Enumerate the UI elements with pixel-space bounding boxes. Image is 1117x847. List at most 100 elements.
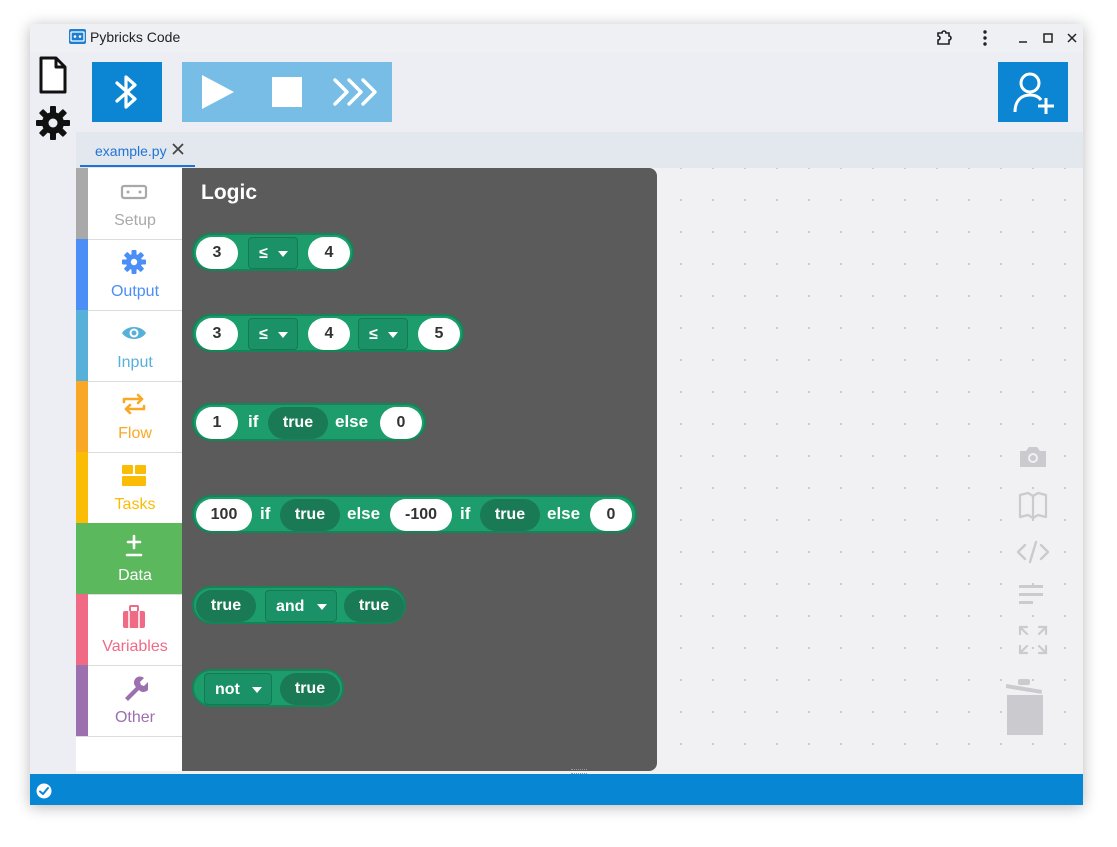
camera-icon[interactable] bbox=[1018, 445, 1048, 469]
gear-icon[interactable] bbox=[35, 105, 71, 146]
operator-label: ≤ bbox=[259, 326, 268, 343]
dropdown-caret-icon bbox=[278, 251, 288, 257]
category-label: Variables bbox=[102, 638, 168, 655]
operator-label: and bbox=[276, 598, 305, 615]
nested-ternary-block[interactable]: 100 if true else -100 if true else 0 bbox=[192, 495, 637, 533]
category-other[interactable]: Other bbox=[76, 665, 182, 737]
boolean-field[interactable]: true bbox=[280, 499, 340, 531]
category-label: Data bbox=[118, 567, 152, 584]
app-window: Pybricks Code example.py Setup Output In… bbox=[30, 24, 1083, 805]
repeat-icon bbox=[122, 393, 146, 415]
title-bar: Pybricks Code bbox=[30, 24, 1083, 52]
operator-dropdown[interactable]: and bbox=[265, 590, 337, 622]
trash-icon[interactable] bbox=[1002, 677, 1048, 739]
wrench-icon bbox=[125, 676, 148, 701]
number-field[interactable]: 0 bbox=[380, 407, 422, 439]
bluetooth-button[interactable] bbox=[92, 62, 162, 122]
activity-bar bbox=[30, 52, 76, 774]
number-field[interactable]: 4 bbox=[308, 237, 350, 269]
maximize-icon[interactable] bbox=[1038, 28, 1058, 48]
eye-icon bbox=[122, 327, 146, 339]
keyword-if: if bbox=[248, 412, 259, 431]
number-field[interactable]: 4 bbox=[308, 318, 350, 350]
stop-icon[interactable] bbox=[272, 77, 302, 107]
logic-flyout: Logic 3 ≤ 4 3 ≤ 4 ≤ 5 1 if true else 0 1… bbox=[182, 168, 657, 771]
run-controls bbox=[182, 62, 392, 122]
category-color-bar bbox=[76, 523, 88, 594]
boolean-field[interactable]: true bbox=[480, 499, 540, 531]
check-circle-icon bbox=[36, 783, 52, 799]
file-icon[interactable] bbox=[38, 56, 68, 99]
fullscreen-icon[interactable] bbox=[1018, 625, 1048, 655]
sponsor-button[interactable] bbox=[998, 62, 1068, 122]
dropdown-caret-icon bbox=[252, 687, 262, 693]
category-label: Other bbox=[114, 709, 155, 726]
category-color-bar bbox=[76, 168, 88, 239]
ternary-block[interactable]: 1 if true else 0 bbox=[192, 403, 426, 441]
add-user-icon bbox=[1013, 72, 1054, 114]
operator-dropdown[interactable]: not bbox=[204, 673, 272, 705]
category-flow[interactable]: Flow bbox=[76, 381, 182, 453]
dropdown-caret-icon bbox=[278, 332, 288, 338]
chained-compare-block[interactable]: 3 ≤ 4 ≤ 5 bbox=[192, 314, 464, 352]
category-setup[interactable]: Setup bbox=[76, 168, 182, 240]
category-color-bar bbox=[76, 665, 88, 736]
category-data[interactable]: Data bbox=[76, 523, 182, 595]
align-left-icon[interactable] bbox=[1018, 583, 1048, 607]
category-color-bar bbox=[76, 239, 88, 310]
category-label: Setup bbox=[114, 212, 156, 229]
category-color-bar bbox=[76, 452, 88, 523]
close-icon[interactable] bbox=[1062, 28, 1082, 48]
keyword-if: if bbox=[260, 504, 271, 523]
bluetooth-icon bbox=[115, 75, 137, 109]
extensions-icon[interactable] bbox=[934, 28, 954, 48]
number-field[interactable]: -100 bbox=[390, 499, 452, 531]
plus-minus-icon bbox=[125, 534, 143, 557]
close-tab-icon[interactable] bbox=[170, 141, 186, 157]
operator-dropdown[interactable]: ≤ bbox=[358, 318, 408, 350]
number-field[interactable]: 3 bbox=[196, 318, 238, 350]
number-field[interactable]: 0 bbox=[590, 499, 632, 531]
operator-label: ≤ bbox=[259, 245, 268, 262]
repl-chevrons-icon[interactable] bbox=[332, 77, 382, 107]
play-icon[interactable] bbox=[200, 74, 236, 110]
editor-tab-bar: example.py bbox=[76, 132, 1083, 168]
window-title: Pybricks Code bbox=[90, 29, 181, 45]
number-field[interactable]: 100 bbox=[196, 499, 252, 531]
code-icon[interactable] bbox=[1016, 539, 1050, 565]
boolean-field[interactable]: true bbox=[268, 407, 328, 439]
keyword-else: else bbox=[547, 504, 581, 523]
bricks-icon bbox=[122, 465, 146, 486]
boolean-field[interactable]: true bbox=[280, 673, 340, 705]
pybricks-logo-icon bbox=[69, 29, 86, 44]
keyword-else: else bbox=[335, 412, 369, 431]
book-icon[interactable] bbox=[1018, 490, 1048, 520]
category-tasks[interactable]: Tasks bbox=[76, 452, 182, 524]
keyword-if: if bbox=[460, 504, 471, 523]
compare-block[interactable]: 3 ≤ 4 bbox=[192, 233, 354, 271]
boolean-field[interactable]: true bbox=[344, 590, 404, 622]
tab-example-py[interactable]: example.py bbox=[80, 135, 195, 167]
cog-icon bbox=[122, 250, 146, 274]
number-field[interactable]: 3 bbox=[196, 237, 238, 269]
minimize-icon[interactable] bbox=[1013, 28, 1033, 48]
not-block[interactable]: not true bbox=[192, 669, 344, 707]
category-color-bar bbox=[76, 310, 88, 381]
keyword-else: else bbox=[347, 504, 381, 523]
category-output[interactable]: Output bbox=[76, 239, 182, 311]
category-variables[interactable]: Variables bbox=[76, 594, 182, 666]
operator-dropdown[interactable]: ≤ bbox=[248, 237, 298, 269]
boolean-field[interactable]: true bbox=[196, 590, 256, 622]
kebab-menu-icon[interactable] bbox=[975, 28, 995, 48]
hub-icon bbox=[120, 184, 148, 200]
category-label: Flow bbox=[118, 425, 152, 442]
number-field[interactable]: 1 bbox=[196, 407, 238, 439]
category-color-bar bbox=[76, 381, 88, 452]
category-color-bar bbox=[76, 594, 88, 665]
operator-dropdown[interactable]: ≤ bbox=[248, 318, 298, 350]
dropdown-caret-icon bbox=[317, 604, 327, 610]
number-field[interactable]: 5 bbox=[418, 318, 460, 350]
category-input[interactable]: Input bbox=[76, 310, 182, 382]
suitcase-icon bbox=[123, 605, 145, 628]
and-block[interactable]: true and true bbox=[192, 586, 406, 624]
